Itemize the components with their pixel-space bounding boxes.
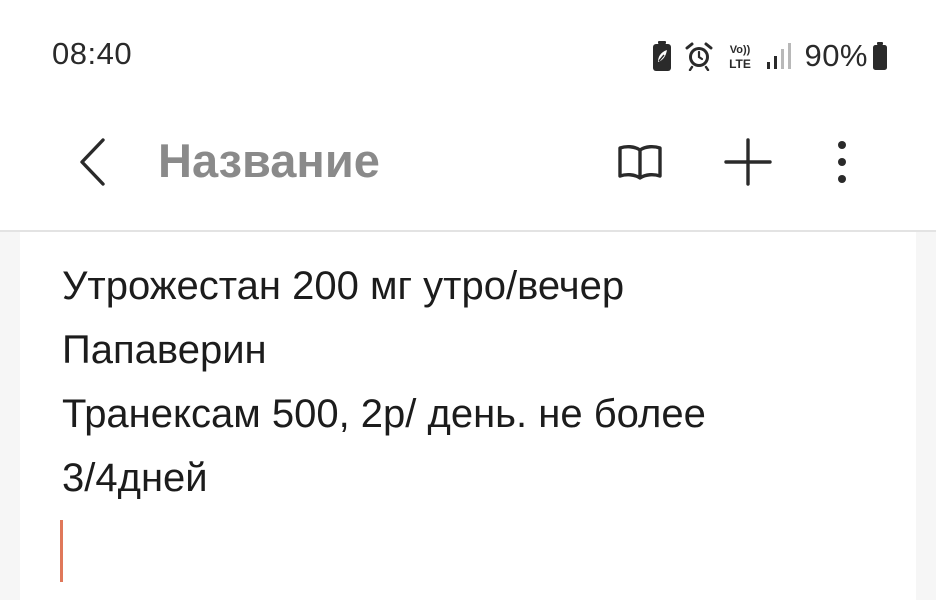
note-line: Папаверин — [62, 328, 267, 372]
volte-lte-icon: Vo)) LTE — [726, 41, 754, 71]
battery-icon — [872, 41, 888, 71]
note-line: Транексам 500, 2р/ день. не более — [62, 392, 706, 436]
battery-percent: 90% — [804, 38, 868, 73]
battery-saver-icon — [652, 41, 672, 71]
app-bar: Название — [0, 110, 936, 228]
volte-label-bottom: LTE — [730, 57, 752, 71]
status-bar: 08:40 Vo)) LTE 90% — [0, 0, 936, 110]
note-area: Утрожестан 200 мг утро/вечер Папаверин Т… — [0, 232, 936, 600]
text-cursor — [60, 520, 63, 582]
note-content[interactable]: Утрожестан 200 мг утро/вечер Папаверин Т… — [60, 254, 902, 582]
volte-label-top: Vo)) — [730, 44, 751, 56]
reading-mode-icon — [618, 144, 662, 180]
reading-mode-button[interactable] — [608, 130, 672, 194]
signal-icon — [766, 41, 792, 71]
add-button[interactable] — [716, 130, 780, 194]
note-line: Утрожестан 200 мг утро/вечер — [62, 264, 625, 308]
note-editor[interactable]: Утрожестан 200 мг утро/вечер Папаверин Т… — [20, 232, 916, 600]
more-vertical-icon — [838, 141, 846, 183]
status-time: 08:40 — [52, 36, 133, 71]
alarm-icon — [684, 41, 714, 71]
plus-icon — [724, 138, 772, 186]
note-line: 3/4дней — [62, 456, 208, 500]
note-title[interactable]: Название — [158, 134, 380, 188]
back-button[interactable] — [62, 132, 122, 192]
chevron-left-icon — [80, 138, 105, 186]
more-options-button[interactable] — [810, 130, 874, 194]
status-icons: Vo)) LTE 90% — [640, 36, 888, 76]
